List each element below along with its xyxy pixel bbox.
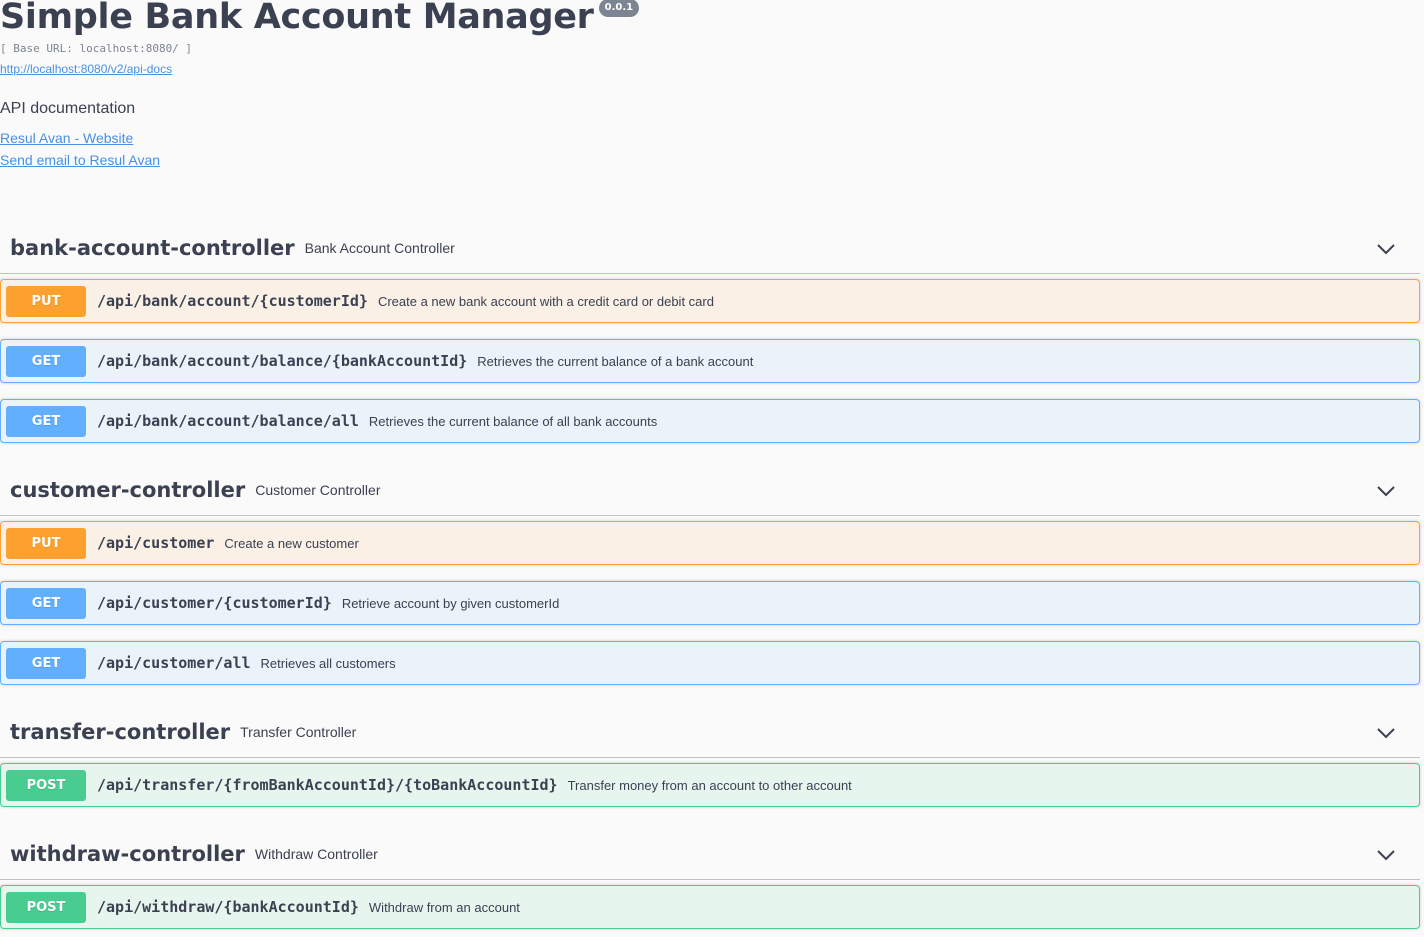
operation-row[interactable]: GET /api/bank/account/balance/{bankAccou…: [0, 339, 1420, 383]
base-url: [ Base URL: localhost:8080/ ]: [0, 42, 193, 55]
operation-path: /api/bank/account/balance/all: [97, 412, 359, 430]
api-description: API documentation: [0, 100, 136, 117]
tag-name: withdraw-controller: [10, 842, 245, 866]
operation-row[interactable]: PUT /api/bank/account/{customerId} Creat…: [0, 279, 1420, 323]
tag-name: customer-controller: [10, 478, 246, 502]
operation-path: /api/bank/account/balance/{bankAccountId…: [97, 352, 468, 370]
tag-section-bank-account: bank-account-controller Bank Account Con…: [0, 223, 1424, 443]
api-info: Simple Bank Account Manager 0.0.1 [ Base…: [0, 0, 1424, 198]
operation-path: /api/bank/account/{customerId}: [97, 292, 368, 310]
operation-summary: Withdraw from an account: [368, 899, 520, 915]
method-badge: POST: [6, 891, 86, 923]
version-badge: 0.0.1: [598, 0, 640, 17]
operation-path: /api/withdraw/{bankAccountId}: [97, 898, 359, 916]
page-title: Simple Bank Account Manager: [0, 0, 594, 37]
operation-row[interactable]: GET /api/bank/account/balance/all Retrie…: [0, 399, 1420, 443]
chevron-down-icon[interactable]: [1376, 723, 1396, 743]
method-badge: GET: [6, 587, 86, 619]
tag-header-withdraw[interactable]: withdraw-controller Withdraw Controller: [0, 829, 1420, 880]
method-badge: PUT: [6, 285, 86, 317]
tag-header-transfer[interactable]: transfer-controller Transfer Controller: [0, 707, 1420, 758]
operation-summary: Create a new customer: [224, 535, 359, 551]
contact-website-link[interactable]: Resul Avan - Website: [0, 130, 133, 146]
operation-row[interactable]: GET /api/customer/{customerId} Retrieve …: [0, 581, 1420, 625]
operation-row[interactable]: POST /api/transfer/{fromBankAccountId}/{…: [0, 763, 1420, 807]
tag-section-customer: customer-controller Customer Controller …: [0, 465, 1424, 685]
tag-description: Bank Account Controller: [304, 240, 455, 256]
method-badge: GET: [6, 405, 86, 437]
method-badge: GET: [6, 345, 86, 377]
tag-description: Customer Controller: [255, 482, 381, 498]
chevron-down-icon[interactable]: [1376, 481, 1396, 501]
operation-summary: Transfer money from an account to other …: [567, 777, 852, 793]
operation-path: /api/customer: [97, 534, 215, 552]
operation-summary: Retrieve account by given customerId: [341, 595, 560, 611]
tag-description: Transfer Controller: [240, 724, 357, 740]
tag-name: transfer-controller: [10, 720, 231, 744]
operation-summary: Create a new bank account with a credit …: [377, 293, 714, 309]
contact-email-link[interactable]: Send email to Resul Avan: [0, 152, 160, 168]
tag-name: bank-account-controller: [10, 236, 295, 260]
method-badge: GET: [6, 647, 86, 679]
operation-path: /api/customer/{customerId}: [97, 594, 332, 612]
operation-summary: Retrieves the current balance of a bank …: [477, 353, 754, 369]
tag-description: Withdraw Controller: [254, 846, 378, 862]
tag-header-customer[interactable]: customer-controller Customer Controller: [0, 465, 1420, 516]
operation-row[interactable]: GET /api/customer/all Retrieves all cust…: [0, 641, 1420, 685]
tag-header-bank-account[interactable]: bank-account-controller Bank Account Con…: [0, 223, 1420, 274]
chevron-down-icon[interactable]: [1376, 845, 1396, 865]
operation-row[interactable]: PUT /api/customer Create a new customer: [0, 521, 1420, 565]
operation-row[interactable]: POST /api/withdraw/{bankAccountId} Withd…: [0, 885, 1420, 929]
method-badge: POST: [6, 769, 86, 801]
operation-path: /api/customer/all: [97, 654, 251, 672]
method-badge: PUT: [6, 527, 86, 559]
tag-section-withdraw: withdraw-controller Withdraw Controller …: [0, 829, 1424, 929]
operation-path: /api/transfer/{fromBankAccountId}/{toBan…: [97, 776, 558, 794]
operation-summary: Retrieves the current balance of all ban…: [368, 413, 658, 429]
api-docs-link[interactable]: http://localhost:8080/v2/api-docs: [0, 62, 172, 76]
chevron-down-icon[interactable]: [1376, 239, 1396, 259]
title-row: Simple Bank Account Manager 0.0.1: [0, 0, 640, 39]
tag-section-transfer: transfer-controller Transfer Controller …: [0, 707, 1424, 807]
operation-summary: Retrieves all customers: [260, 655, 396, 671]
